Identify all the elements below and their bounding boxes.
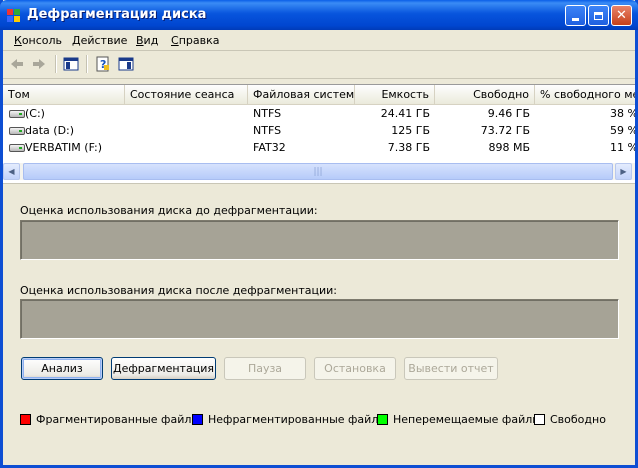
cell-free: 898 МБ — [488, 141, 530, 154]
toolbar: ? — [3, 51, 635, 79]
menu-action[interactable]: Действие — [72, 34, 127, 47]
pause-button[interactable]: Пауза — [224, 357, 306, 380]
legend-fragmented: Фрагментированные файлы — [20, 412, 200, 426]
legend-label: Неперемещаемые файлы — [393, 412, 541, 426]
defrag-app-icon — [7, 9, 20, 22]
cell-percent-free: 59 % — [610, 124, 635, 137]
stop-button[interactable]: Остановка — [314, 357, 396, 380]
grip-icon: ||| — [313, 166, 323, 177]
column-header-file-system[interactable]: Файловая система — [248, 85, 355, 104]
properties-icon[interactable] — [118, 56, 134, 72]
list-header: Том Состояние сеанса Файловая система Ем… — [3, 85, 635, 105]
defrag-window: Дефрагментация диска ✕ Консоль Действие … — [0, 0, 638, 468]
cell-volume: VERBATIM (F:) — [25, 141, 103, 154]
column-header-capacity[interactable]: Емкость — [355, 85, 435, 104]
table-row[interactable]: VERBATIM (F:) FAT32 7.38 ГБ 898 МБ 11 % — [3, 139, 635, 156]
maximize-icon — [594, 11, 603, 20]
toolbar-separator — [55, 55, 57, 73]
minimize-button[interactable] — [565, 5, 586, 26]
before-analysis-label: Оценка использования диска до дефрагмент… — [20, 204, 318, 217]
cell-free: 9.46 ГБ — [487, 107, 530, 120]
table-row[interactable]: (C:) NTFS 24.41 ГБ 9.46 ГБ 38 % — [3, 105, 635, 122]
scroll-thumb[interactable]: ||| — [23, 163, 613, 180]
back-icon[interactable] — [9, 56, 25, 72]
window-title: Дефрагментация диска — [27, 7, 207, 22]
free-space-swatch — [534, 413, 545, 425]
maximize-button[interactable] — [588, 5, 609, 26]
fragmented-swatch — [20, 413, 31, 425]
cell-percent-free: 11 % — [610, 141, 635, 154]
cell-free: 73.72 ГБ — [480, 124, 530, 137]
arrow-right-icon: ▶ — [620, 167, 627, 176]
minimize-icon — [572, 17, 579, 21]
legend-label: Нефрагментированные файлы — [208, 412, 388, 426]
defrag-panel: Оценка использования диска до дефрагмент… — [3, 183, 635, 466]
horizontal-scrollbar[interactable]: ◀ ||| ▶ — [3, 163, 635, 180]
column-header-free[interactable]: Свободно — [435, 85, 535, 104]
cell-status — [125, 105, 248, 122]
column-header-percent-free[interactable]: % свободного места — [535, 85, 635, 104]
column-header-session-state[interactable]: Состояние сеанса — [125, 85, 248, 104]
analyze-button[interactable]: Анализ — [21, 357, 103, 380]
scroll-right-button[interactable]: ▶ — [615, 163, 632, 180]
legend-label: Фрагментированные файлы — [36, 412, 201, 426]
help-icon[interactable]: ? — [95, 56, 111, 72]
menu-help[interactable]: Справка — [171, 34, 219, 47]
scroll-left-button[interactable]: ◀ — [3, 163, 20, 180]
legend-unmovable: Неперемещаемые файлы — [377, 412, 541, 426]
menu-console[interactable]: Консоль — [14, 34, 62, 47]
close-icon: ✕ — [616, 8, 627, 23]
close-button[interactable]: ✕ — [611, 5, 632, 26]
cell-capacity: 7.38 ГБ — [387, 141, 430, 154]
view-report-button[interactable]: Вывести отчет — [404, 357, 498, 380]
cell-file-system: NTFS — [253, 107, 282, 120]
cell-file-system: NTFS — [253, 124, 282, 137]
after-analysis-label: Оценка использования диска после дефрагм… — [20, 284, 338, 297]
cell-percent-free: 38 % — [610, 107, 635, 120]
menu-view[interactable]: Вид — [136, 34, 158, 47]
arrow-left-icon: ◀ — [8, 167, 15, 176]
cell-volume: (C:) — [25, 107, 45, 120]
cell-volume: data (D:) — [25, 124, 75, 137]
show-hide-tree-icon[interactable] — [63, 56, 79, 72]
cell-capacity: 125 ГБ — [391, 124, 430, 137]
after-usage-display — [20, 299, 619, 339]
title-bar[interactable]: Дефрагментация диска ✕ — [0, 0, 638, 30]
cell-status — [125, 139, 248, 156]
cell-capacity: 24.41 ГБ — [380, 107, 430, 120]
before-usage-display — [20, 220, 619, 260]
toolbar-separator — [86, 55, 88, 73]
cell-status — [125, 122, 248, 139]
cell-file-system: FAT32 — [253, 141, 286, 154]
legend-free-space: Свободно — [534, 412, 606, 426]
menu-bar: Консоль Действие Вид Справка — [3, 30, 635, 51]
defragment-button[interactable]: Дефрагментация — [111, 357, 216, 380]
legend-contiguous: Нефрагментированные файлы — [192, 412, 387, 426]
legend-label: Свободно — [550, 412, 606, 426]
contiguous-swatch — [192, 413, 203, 425]
unmovable-swatch — [377, 413, 388, 425]
table-row[interactable]: data (D:) NTFS 125 ГБ 73.72 ГБ 59 % — [3, 122, 635, 139]
column-header-volume[interactable]: Том — [3, 85, 125, 104]
forward-icon[interactable] — [31, 56, 47, 72]
